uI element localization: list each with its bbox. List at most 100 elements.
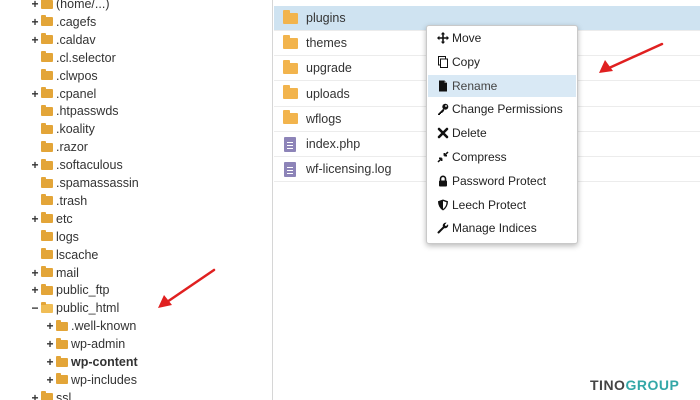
tree-item-label: public_ftp — [56, 283, 110, 298]
directory-tree: + (home/...) + .cagefs + .caldav .cl.selector.… — [0, 0, 273, 400]
tree-item-label: .spamassassin — [56, 176, 139, 190]
tree-item-ssl[interactable]: + ssl — [30, 389, 71, 400]
file-icon-cell — [274, 9, 306, 24]
folder-icon — [41, 122, 53, 134]
file-name: upgrade — [306, 61, 352, 76]
tree-item-label: .koality — [56, 122, 95, 137]
folder-icon — [41, 158, 53, 170]
menu-item-label: Leech Protect — [452, 197, 527, 212]
tree-item-clwpos[interactable]: .clwpos — [40, 67, 98, 85]
file-name: uploads — [306, 86, 350, 101]
expand-icon[interactable]: + — [45, 338, 55, 350]
tree-item-label: .well-known — [71, 319, 137, 334]
tree-item-label: ssl — [56, 390, 72, 400]
tree-item-label: lscache — [56, 247, 99, 262]
expand-icon[interactable]: + — [30, 284, 40, 296]
tree-item-htpasswds[interactable]: .htpasswds — [40, 102, 119, 120]
menu-item-password-protect[interactable]: Password Protect — [428, 170, 576, 192]
tree-item-label: .cl.selector — [56, 50, 116, 65]
folder-icon — [41, 194, 53, 206]
tree-item-label: .caldav — [56, 32, 96, 47]
file-name: wflogs — [306, 111, 342, 126]
expand-icon[interactable]: + — [30, 159, 40, 171]
tree-item-wp-content[interactable]: + wp-content — [45, 353, 138, 371]
document-icon — [284, 136, 296, 152]
folder-icon — [41, 176, 53, 188]
tree-item-koality[interactable]: .koality — [40, 120, 95, 138]
tree-item-cl-selector[interactable]: .cl.selector — [40, 49, 116, 67]
rename-icon — [437, 80, 449, 92]
folder-icon — [56, 319, 68, 331]
tree-item-razor[interactable]: .razor — [40, 138, 88, 156]
tree-item-public-html[interactable]: − public_html — [30, 299, 119, 317]
tree-item-trash[interactable]: .trash — [40, 192, 87, 210]
wrench-icon — [437, 222, 449, 234]
tree-item-label: mail — [56, 265, 79, 280]
expand-icon[interactable]: + — [30, 392, 40, 400]
tree-item-etc[interactable]: + etc — [30, 210, 73, 228]
tree-item-wp-admin[interactable]: + wp-admin — [45, 335, 125, 353]
file-name: index.php — [306, 137, 361, 151]
menu-item-move[interactable]: Move — [428, 27, 576, 49]
menu-item-manage-indices[interactable]: Manage Indices — [428, 217, 576, 239]
copy-icon — [437, 55, 449, 68]
menu-item-compress[interactable]: Compress — [428, 146, 576, 168]
tree-item-public-ftp[interactable]: + public_ftp — [30, 281, 110, 299]
tree-item-home[interactable]: + (home/...) — [30, 0, 110, 13]
expand-icon[interactable]: + — [30, 0, 40, 10]
document-icon — [284, 161, 296, 177]
folder-icon — [41, 266, 53, 277]
tree-item-label: .cagefs — [56, 14, 97, 29]
expand-icon[interactable]: + — [45, 320, 55, 332]
tree-item-logs[interactable]: logs — [40, 228, 79, 246]
brand-logo: TINOGROUP — [590, 377, 679, 393]
menu-item-label: Copy — [452, 54, 481, 69]
folder-icon — [41, 212, 53, 224]
expand-icon[interactable]: + — [30, 267, 40, 279]
menu-item-label: Delete — [452, 126, 487, 141]
expand-icon[interactable]: + — [30, 88, 40, 100]
folder-icon — [41, 230, 53, 242]
folder-icon — [41, 248, 53, 260]
folder-icon — [41, 51, 53, 63]
folder-icon — [41, 283, 53, 295]
tree-item-spamassassin[interactable]: .spamassassin — [40, 174, 139, 192]
folder-icon — [41, 33, 53, 45]
tree-item-well-known[interactable]: + .well-known — [45, 317, 136, 335]
file-icon-cell — [274, 136, 306, 152]
expand-icon[interactable]: + — [30, 34, 40, 46]
lock-icon — [437, 175, 449, 187]
menu-item-copy[interactable]: Copy — [428, 51, 576, 73]
tree-item-label: wp-admin — [71, 337, 126, 352]
folder-icon — [41, 15, 53, 27]
expand-icon[interactable]: + — [45, 356, 55, 368]
tree-item-label: etc — [56, 211, 73, 226]
collapse-icon[interactable]: − — [30, 302, 40, 314]
logo-part-group: GROUP — [625, 377, 680, 393]
tree-item-mail[interactable]: + mail — [30, 264, 79, 282]
tree-item-cagefs[interactable]: + .cagefs — [30, 13, 96, 31]
tree-item-wp-includes[interactable]: + wp-includes — [45, 371, 137, 389]
tree-item-lscache[interactable]: lscache — [40, 246, 98, 264]
tree-item-cpanel[interactable]: + .cpanel — [30, 85, 96, 103]
menu-item-label: Manage Indices — [452, 221, 537, 236]
tree-item-label: wp-content — [71, 355, 138, 369]
file-icon-cell — [274, 161, 306, 177]
folder-icon — [41, 0, 53, 9]
expand-icon[interactable]: + — [30, 16, 40, 28]
folder-icon — [282, 34, 298, 49]
folder-icon — [41, 69, 53, 81]
expand-icon[interactable]: + — [45, 374, 55, 386]
tree-item-label: .razor — [56, 140, 88, 155]
menu-item-delete[interactable]: Delete — [428, 122, 576, 144]
shield-icon — [437, 199, 449, 211]
menu-item-leech-protect[interactable]: Leech Protect — [428, 194, 576, 216]
menu-item-rename[interactable]: Rename — [428, 74, 576, 97]
menu-item-change-permissions[interactable]: Change Permissions — [428, 98, 576, 120]
file-icon-cell — [274, 59, 306, 74]
folder-icon — [282, 59, 298, 74]
expand-icon[interactable]: + — [30, 213, 40, 225]
tree-item-softaculous[interactable]: + .softaculous — [30, 156, 122, 174]
file-icon-cell — [274, 85, 306, 100]
tree-item-caldav[interactable]: + .caldav — [30, 31, 96, 49]
